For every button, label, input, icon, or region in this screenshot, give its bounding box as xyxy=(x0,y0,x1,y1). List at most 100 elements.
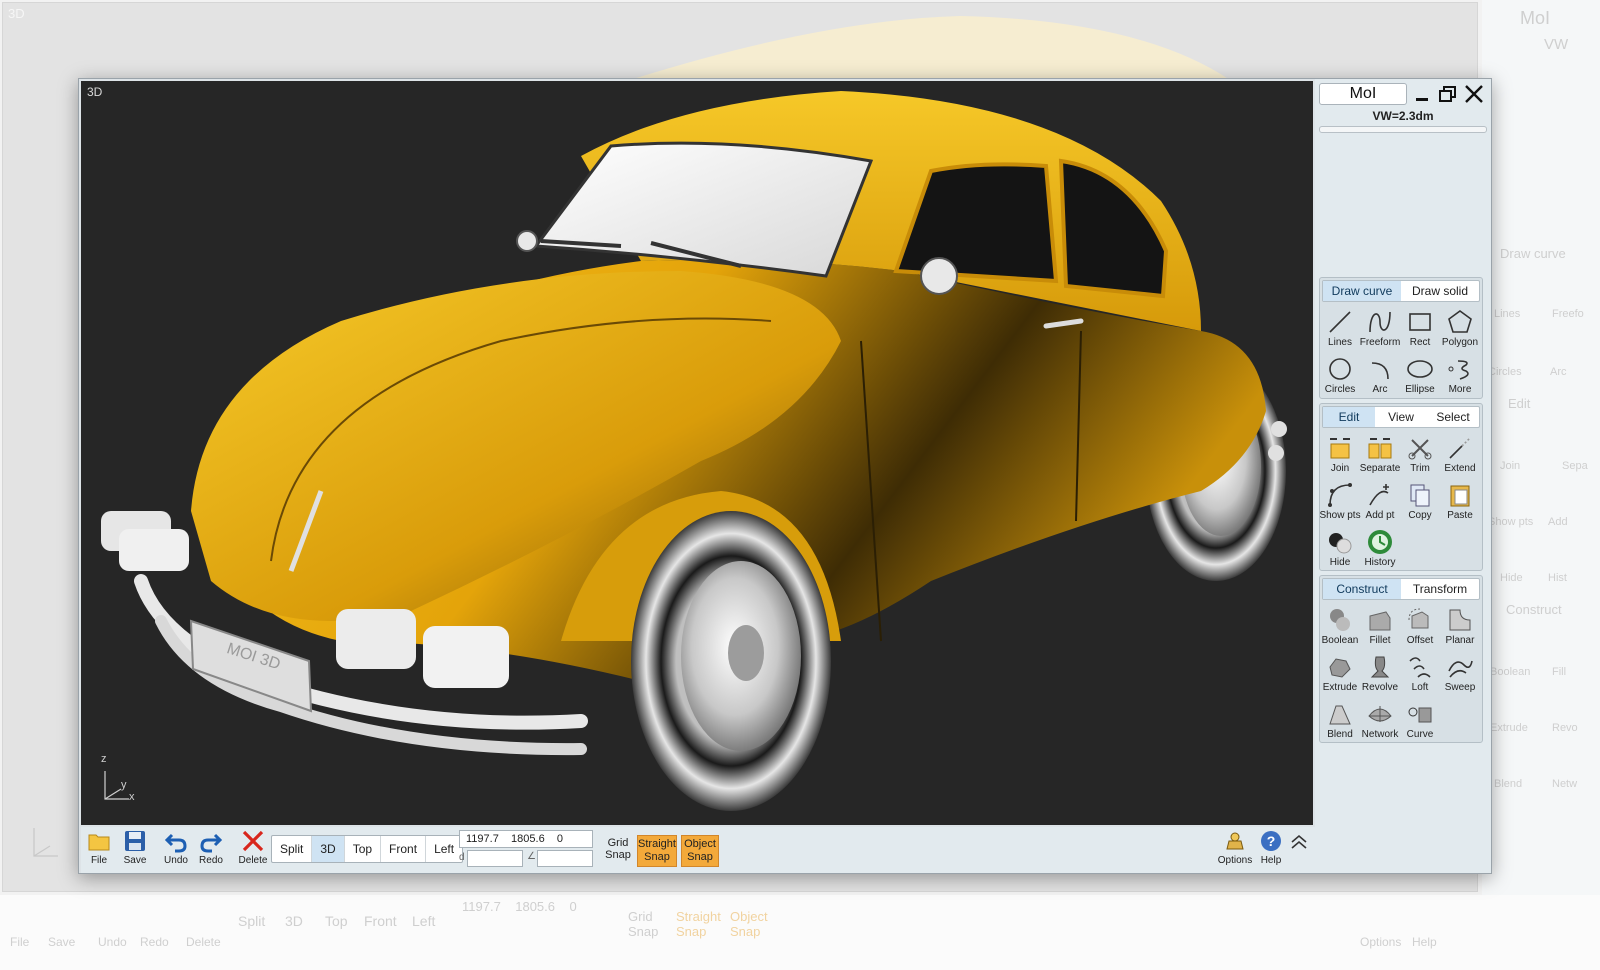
ghost-label: Blend xyxy=(1494,778,1523,790)
tab-transform[interactable]: Transform xyxy=(1401,579,1479,599)
view-top-button[interactable]: Top xyxy=(345,836,382,862)
tool-copy[interactable]: Copy xyxy=(1400,479,1440,526)
tool-extend[interactable]: Extend xyxy=(1440,432,1480,479)
tool-hide[interactable]: Hide xyxy=(1320,526,1360,573)
tool-label: Arc xyxy=(1372,384,1388,395)
chevron-up-icon xyxy=(1291,834,1307,849)
undo-label: Undo xyxy=(164,855,188,866)
close-button[interactable] xyxy=(1463,83,1485,105)
tool-boolean[interactable]: Boolean xyxy=(1320,604,1360,651)
angle-input[interactable] xyxy=(537,850,593,867)
tool-label: Polygon xyxy=(1441,337,1479,348)
tool-ellipse[interactable]: Ellipse xyxy=(1400,353,1440,400)
restore-button[interactable] xyxy=(1437,83,1459,105)
ghost-label: Lines xyxy=(1494,308,1521,320)
ghost-label: Object Snap xyxy=(730,909,768,939)
ghost-label: Netw xyxy=(1552,778,1578,790)
file-button[interactable]: File xyxy=(81,829,117,871)
tab-edit[interactable]: Edit xyxy=(1323,407,1375,427)
separate-icon xyxy=(1368,438,1392,459)
tab-view[interactable]: View xyxy=(1375,407,1427,427)
edit-tools: Join Separate Trim Extend Show pts Add p… xyxy=(1319,430,1482,573)
view-left-button[interactable]: Left xyxy=(426,836,462,862)
grid-snap-toggle[interactable]: Grid Snap xyxy=(601,837,635,861)
hide-icon xyxy=(1329,533,1352,554)
help-icon: ? xyxy=(1261,831,1281,851)
tool-offset[interactable]: Offset xyxy=(1400,604,1440,651)
collapse-toolbar-button[interactable] xyxy=(1287,829,1311,871)
tab-construct[interactable]: Construct xyxy=(1323,579,1401,599)
history-icon xyxy=(1368,530,1392,554)
angle-label: ∠ xyxy=(527,851,536,862)
tool-revolve[interactable]: Revolve xyxy=(1360,651,1400,698)
tool-rect[interactable]: Rect xyxy=(1400,306,1440,353)
tool-history[interactable]: History xyxy=(1360,526,1400,573)
tool-circles[interactable]: Circles xyxy=(1320,353,1360,400)
ghost-label: Hide xyxy=(1500,572,1523,584)
help-label: Help xyxy=(1260,855,1282,866)
tab-draw-solid[interactable]: Draw solid xyxy=(1401,281,1479,301)
tool-curve[interactable]: Curve xyxy=(1400,698,1440,745)
viewport-3d[interactable]: MOI 3D 3D z y x xyxy=(81,81,1313,825)
straight-snap-toggle[interactable]: Straight Snap xyxy=(637,835,677,867)
view-switcher: Split 3D Top Front Left xyxy=(271,835,464,863)
undo-icon xyxy=(164,833,187,853)
tool-label: Extend xyxy=(1444,463,1476,474)
tool-separate[interactable]: Separate xyxy=(1360,432,1400,479)
tool-sweep[interactable]: Sweep xyxy=(1440,651,1480,698)
tool-join[interactable]: Join xyxy=(1320,432,1360,479)
tool-add-pt[interactable]: Add pt xyxy=(1360,479,1400,526)
tool-label: Blend xyxy=(1327,729,1353,740)
draw-group: Draw curve Draw solid Lines Freeform Rec… xyxy=(1319,277,1483,399)
coordinate-input[interactable]: 1197.7 1805.6 0 xyxy=(459,830,593,848)
view-split-button[interactable]: Split xyxy=(272,836,313,862)
tool-network[interactable]: Network xyxy=(1360,698,1400,745)
tool-arc[interactable]: Arc xyxy=(1360,353,1400,400)
tool-polygon[interactable]: Polygon xyxy=(1440,306,1480,353)
options-button[interactable]: Options xyxy=(1215,829,1255,871)
add-point-icon xyxy=(1369,484,1389,506)
tool-label: Add pt xyxy=(1365,510,1395,521)
distance-input[interactable] xyxy=(467,850,523,867)
tool-loft[interactable]: Loft xyxy=(1400,651,1440,698)
tool-more[interactable]: More xyxy=(1440,353,1480,400)
ghost-label: Split xyxy=(238,913,266,929)
lines-icon xyxy=(1329,311,1351,333)
tool-label: Boolean xyxy=(1321,635,1359,646)
viewport-label: 3D xyxy=(87,85,103,99)
object-snap-toggle[interactable]: Object Snap xyxy=(681,835,719,867)
delete-icon xyxy=(242,830,264,852)
tool-show-pts[interactable]: Show pts xyxy=(1319,479,1361,526)
tool-label: Trim xyxy=(1410,463,1430,474)
help-button[interactable]: ? Help xyxy=(1253,829,1289,871)
tool-label: Extrude xyxy=(1322,682,1358,693)
tab-draw-curve[interactable]: Draw curve xyxy=(1323,281,1401,301)
tool-freeform[interactable]: Freeform xyxy=(1360,306,1400,353)
join-icon xyxy=(1330,438,1350,459)
tab-select[interactable]: Select xyxy=(1427,407,1479,427)
tool-paste[interactable]: Paste xyxy=(1440,479,1480,526)
tool-fillet[interactable]: Fillet xyxy=(1360,604,1400,651)
view-3d-button[interactable]: 3D xyxy=(312,836,345,862)
ghost-label: Construct xyxy=(1506,602,1562,617)
tool-lines[interactable]: Lines xyxy=(1320,306,1360,353)
tool-label: Circles xyxy=(1324,384,1356,395)
tool-extrude[interactable]: Extrude xyxy=(1320,651,1360,698)
tool-label: Offset xyxy=(1406,635,1434,646)
tool-label: Join xyxy=(1330,463,1350,474)
tool-label: Fillet xyxy=(1369,635,1391,646)
redo-button[interactable]: Redo xyxy=(193,829,229,871)
delete-button[interactable]: Delete xyxy=(233,829,273,871)
minimize-button[interactable] xyxy=(1411,83,1433,105)
ghost-side-panel: MoI VW Draw curve Lines Freefo Circles A… xyxy=(1482,0,1600,900)
save-button[interactable]: Save xyxy=(117,829,153,871)
view-front-button[interactable]: Front xyxy=(381,836,427,862)
more-icon xyxy=(1448,360,1469,380)
tool-blend[interactable]: Blend xyxy=(1320,698,1360,745)
tool-planar[interactable]: Planar xyxy=(1440,604,1480,651)
ghost-label: Extrude xyxy=(1490,722,1528,734)
fillet-icon xyxy=(1369,611,1391,631)
tool-trim[interactable]: Trim xyxy=(1400,432,1440,479)
ghost-label: Circles xyxy=(1488,366,1522,378)
undo-button[interactable]: Undo xyxy=(158,829,194,871)
